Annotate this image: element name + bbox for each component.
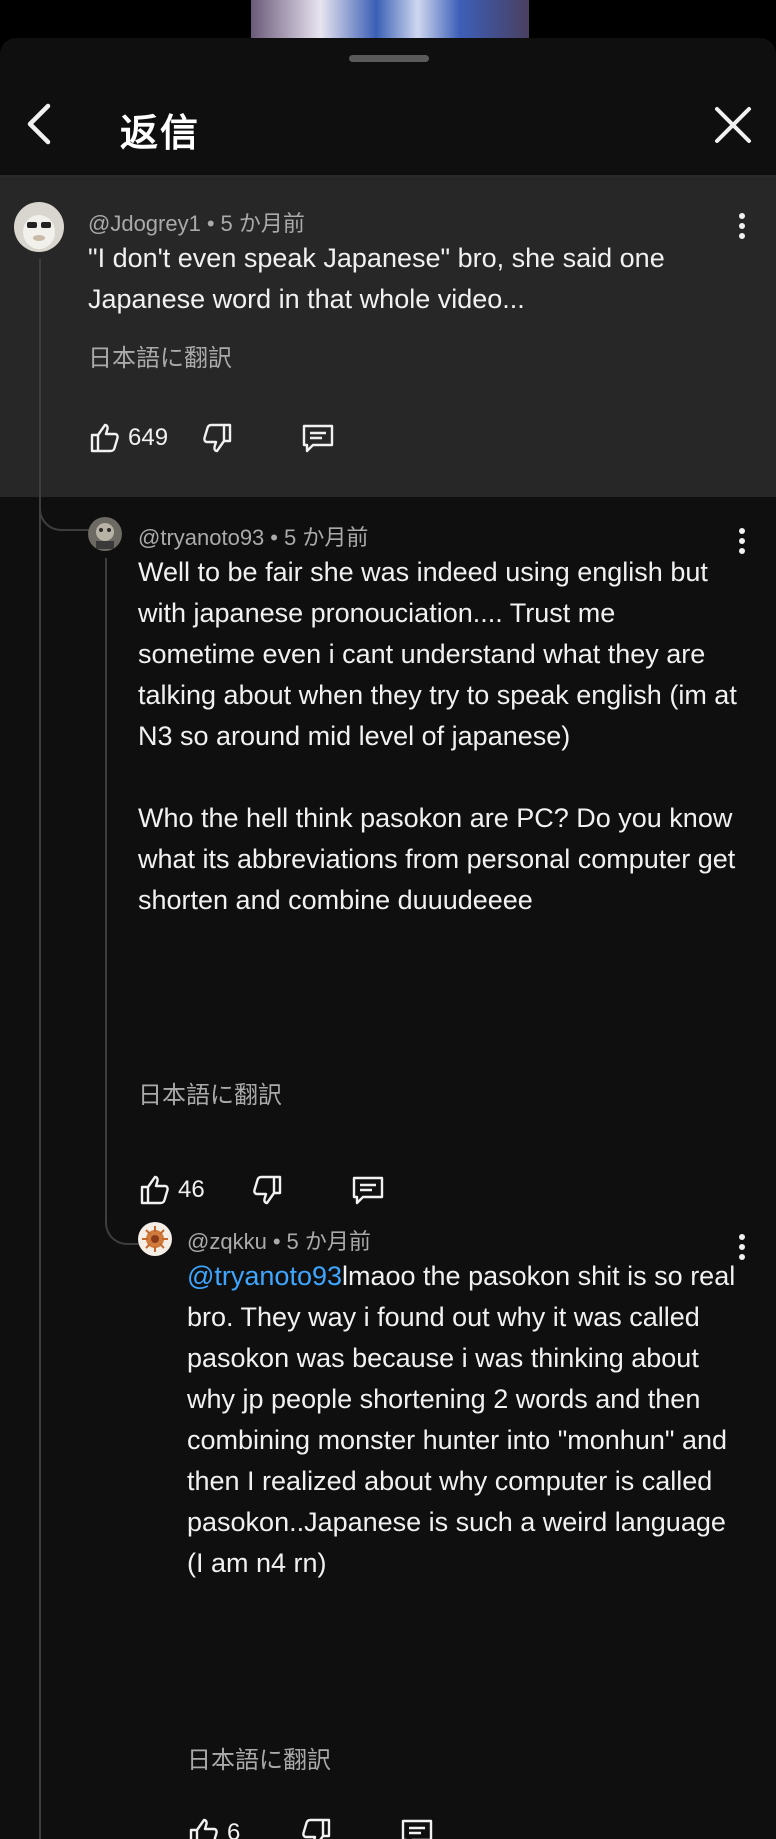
page-title: 返信 xyxy=(120,113,201,155)
drag-handle[interactable] xyxy=(349,55,429,62)
thumbs-up-icon xyxy=(90,423,119,453)
comment-time: 5 か月前 xyxy=(286,1229,371,1254)
comment-actions: 649 xyxy=(86,418,386,458)
mention-link[interactable]: @tryanoto93 xyxy=(187,1261,342,1291)
dislike-button[interactable] xyxy=(299,1813,335,1839)
thumbs-down-icon xyxy=(253,1175,282,1205)
thumbs-up-icon xyxy=(189,1818,218,1839)
comment-meta: @zqkku • 5 か月前 xyxy=(187,1229,371,1254)
comment-meta: @Jdogrey1 • 5 か月前 xyxy=(88,211,305,236)
reply-button[interactable] xyxy=(399,1813,435,1839)
more-options-icon[interactable] xyxy=(736,213,748,243)
comment-text: "I don't even speak Japanese" bro, she s… xyxy=(88,243,673,314)
like-count: 649 xyxy=(128,424,169,451)
like-button[interactable]: 649 xyxy=(86,418,168,458)
comment-time: 5 か月前 xyxy=(220,211,305,236)
thumbs-down-icon xyxy=(302,1818,331,1839)
like-count: 6 xyxy=(227,1819,241,1839)
comment-actions: 46 xyxy=(136,1170,436,1210)
comment-actions: 6 xyxy=(185,1813,485,1839)
translate-link[interactable]: 日本語に翻訳 xyxy=(138,1075,282,1110)
back-icon[interactable] xyxy=(20,100,60,148)
video-thumbnail[interactable] xyxy=(251,0,529,40)
comment-body: lmaoo the pasokon shit is so real bro. T… xyxy=(187,1261,743,1578)
reply-button[interactable] xyxy=(350,1170,386,1210)
replies-sheet: 返信 @Jdogrey1 • 5 か月前 "I don't even speak J… xyxy=(0,38,776,1839)
avatar[interactable] xyxy=(88,517,122,551)
video-player-strip[interactable] xyxy=(0,0,776,40)
close-icon[interactable] xyxy=(712,104,754,146)
avatar[interactable] xyxy=(14,202,64,252)
comment-author[interactable]: @Jdogrey1 xyxy=(88,211,201,236)
comment-author[interactable]: @tryanoto93 xyxy=(138,525,264,550)
like-button[interactable]: 46 xyxy=(136,1170,205,1210)
comment-meta: @tryanoto93 • 5 か月前 xyxy=(138,525,369,550)
comment-text: @tryanoto93lmaoo the pasokon shit is so … xyxy=(187,1256,742,1584)
avatar[interactable] xyxy=(138,1222,172,1256)
translate-link[interactable]: 日本語に翻訳 xyxy=(88,338,232,373)
like-count: 46 xyxy=(178,1176,205,1203)
thumbs-up-icon xyxy=(140,1175,169,1205)
like-button[interactable]: 6 xyxy=(185,1813,240,1839)
dislike-button[interactable] xyxy=(200,418,236,458)
thumbs-down-icon xyxy=(203,423,232,453)
translate-link[interactable]: 日本語に翻訳 xyxy=(187,1740,331,1775)
reply-button[interactable] xyxy=(300,418,336,458)
comment-text: Well to be fair she was indeed using eng… xyxy=(138,557,737,915)
comment-icon xyxy=(352,1176,384,1205)
comment-author[interactable]: @zqkku xyxy=(187,1229,267,1254)
comment-time: 5 か月前 xyxy=(284,525,369,550)
thread-curve-2 xyxy=(105,738,139,1245)
comment-icon xyxy=(401,1819,433,1839)
comment-icon xyxy=(302,424,334,453)
dislike-button[interactable] xyxy=(250,1170,286,1210)
thread-curve-1 xyxy=(39,259,89,531)
